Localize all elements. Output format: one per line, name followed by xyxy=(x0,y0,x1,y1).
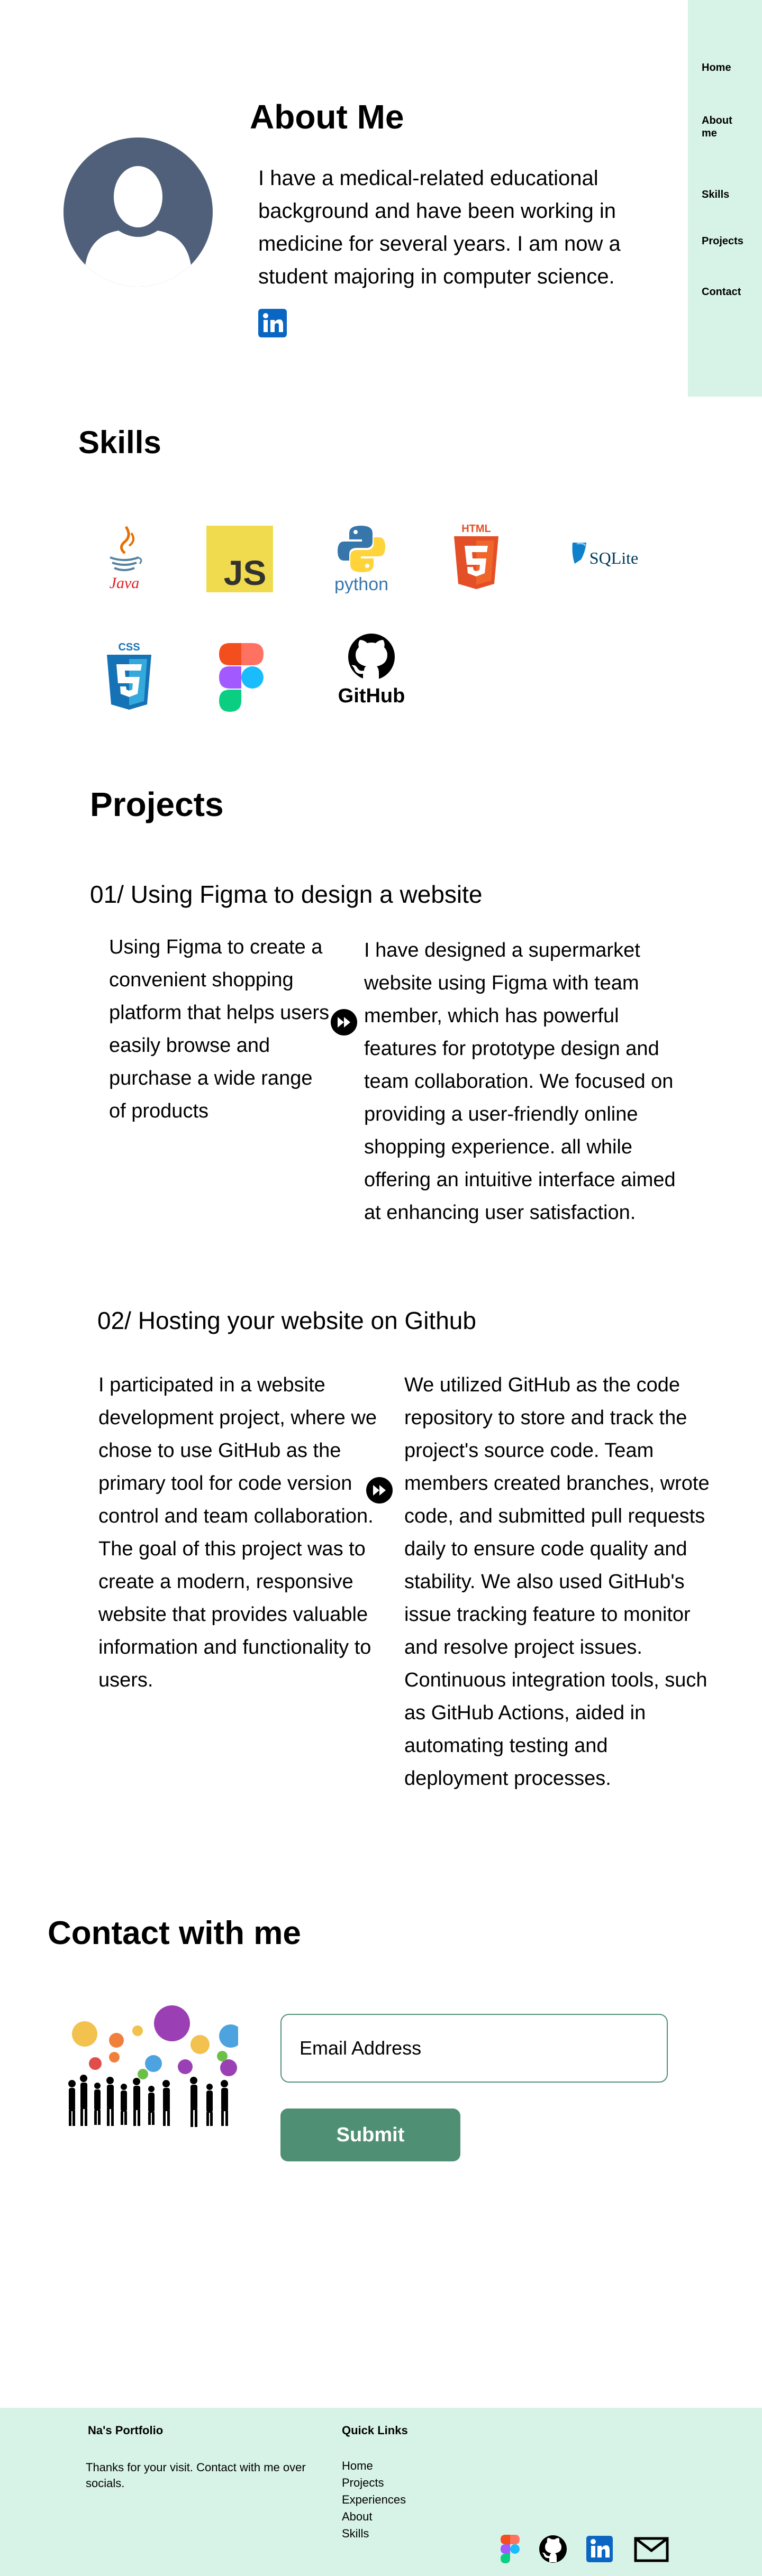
project-1-title: 01/ Using Figma to design a website xyxy=(90,881,483,908)
footer-link-home[interactable]: Home xyxy=(342,2458,373,2474)
footer-link-experiences[interactable]: Experiences xyxy=(342,2491,406,2508)
nav-item-skills[interactable]: Skills xyxy=(688,188,762,201)
contact-title: Contact with me xyxy=(48,1915,301,1951)
github-icon[interactable] xyxy=(539,2535,567,2563)
figma-logo xyxy=(217,642,266,714)
svg-text:GitHub: GitHub xyxy=(338,685,405,705)
project-1-detail: I have designed a supermarket website us… xyxy=(364,939,676,1224)
svg-text:CSS: CSS xyxy=(118,641,140,653)
css3-logo: CSS xyxy=(104,640,155,712)
footer-link-skills[interactable]: Skills xyxy=(342,2525,369,2542)
svg-text:Java: Java xyxy=(110,574,140,592)
footer: Na's Portfolio Thanks for your visit. Co… xyxy=(0,2408,762,2576)
svg-text:SQLite: SQLite xyxy=(589,548,638,567)
footer-link-projects[interactable]: Projects xyxy=(342,2474,384,2491)
footer-message: Thanks for your visit. Contact with me o… xyxy=(86,2461,306,2490)
javascript-logo: JS xyxy=(206,526,273,592)
footer-link-about[interactable]: About xyxy=(342,2508,373,2525)
sqlite-logo: SQLite xyxy=(569,538,641,575)
footer-quick-links-title: Quick Links xyxy=(342,2424,408,2437)
linkedin-icon[interactable] xyxy=(258,309,287,337)
email-field[interactable] xyxy=(280,2014,668,2083)
about-description: I have a medical-related educational bac… xyxy=(258,167,621,288)
skills-title: Skills xyxy=(78,425,161,460)
community-illustration xyxy=(64,2004,242,2133)
projects-title: Projects xyxy=(90,785,224,823)
submit-button[interactable]: Submit xyxy=(280,2109,460,2161)
nav-item-projects[interactable]: Projects xyxy=(688,235,762,247)
svg-text:HTML: HTML xyxy=(461,523,491,535)
python-logo: python xyxy=(328,525,395,593)
nav-item-contact[interactable]: Contact xyxy=(688,286,762,298)
svg-text:python: python xyxy=(334,574,388,593)
user-avatar-icon xyxy=(64,137,213,287)
nav-item-home[interactable]: Home xyxy=(688,61,762,74)
figma-icon[interactable] xyxy=(501,2535,520,2563)
fast-forward-icon xyxy=(331,1009,357,1035)
about-title: About Me xyxy=(250,98,404,136)
mail-icon[interactable] xyxy=(634,2537,669,2562)
svg-text:JS: JS xyxy=(224,553,267,592)
linkedin-icon[interactable] xyxy=(586,2536,613,2562)
footer-brand: Na's Portfolio xyxy=(88,2424,164,2437)
project-2-summary: I participated in a website development … xyxy=(98,1374,377,1691)
project-1-summary: Using Figma to create a convenient shopp… xyxy=(109,936,330,1122)
fast-forward-icon xyxy=(366,1477,393,1504)
project-2-title: 02/ Hosting your website on Github xyxy=(97,1307,476,1334)
nav-item-about[interactable]: About me xyxy=(688,114,746,140)
html5-logo: HTML xyxy=(451,521,502,591)
github-logo: GitHub xyxy=(335,631,407,705)
side-nav: Home About me Skills Projects Contact xyxy=(688,0,762,397)
java-logo: Java xyxy=(101,524,148,592)
project-2-detail: We utilized GitHub as the code repositor… xyxy=(404,1374,710,1790)
